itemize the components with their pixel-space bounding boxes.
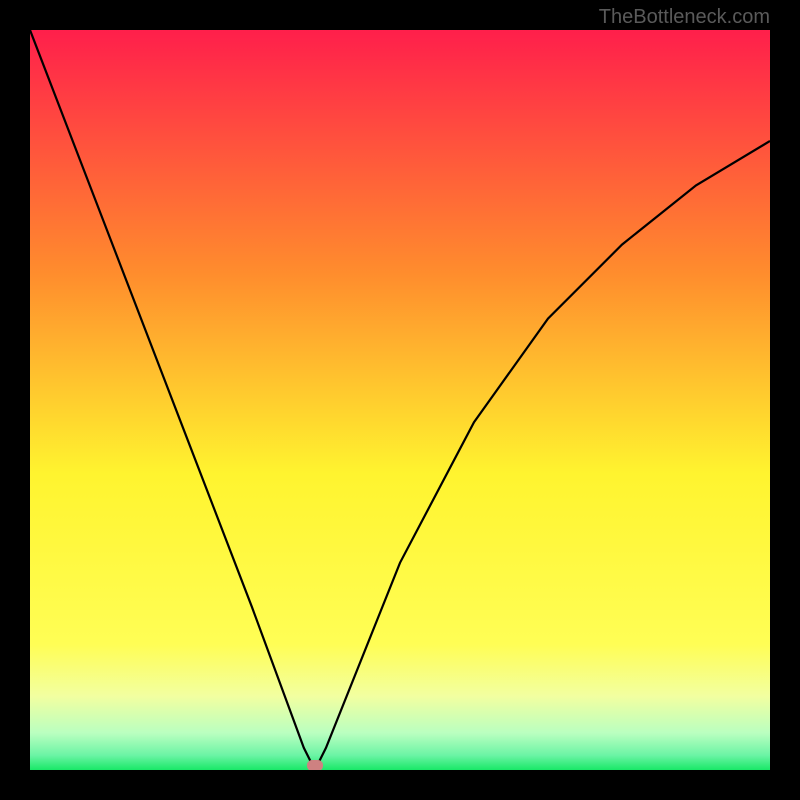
optimal-point-marker <box>307 760 323 770</box>
plot-area <box>30 30 770 770</box>
watermark-text: TheBottleneck.com <box>599 6 770 29</box>
chart-frame: TheBottleneck.com <box>0 0 800 800</box>
bottleneck-curve <box>30 30 770 770</box>
